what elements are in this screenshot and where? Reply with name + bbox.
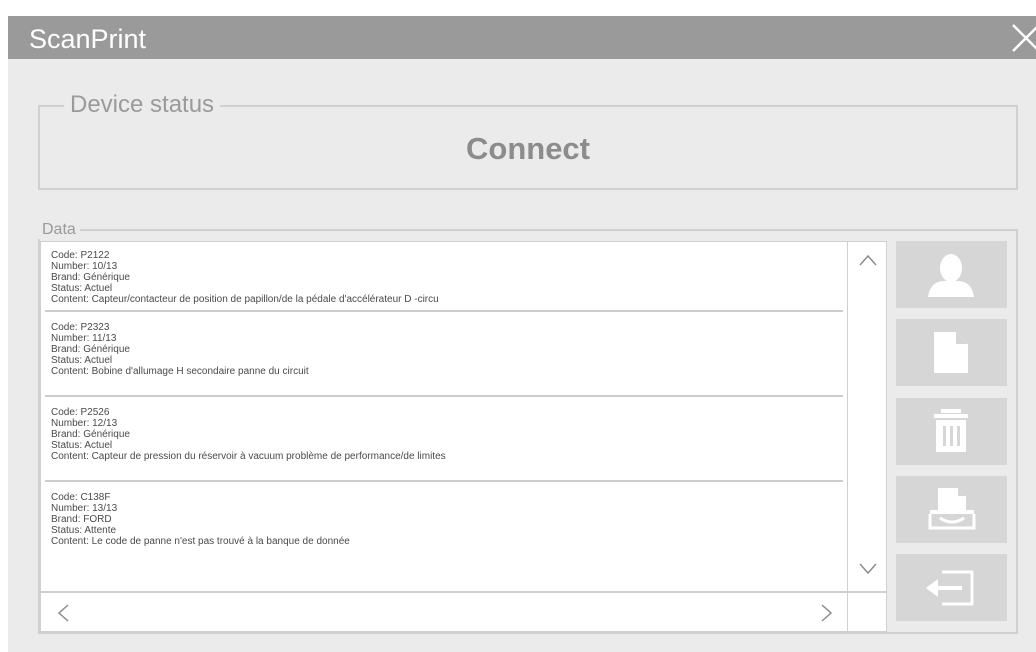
entry-status: Status: Attente bbox=[51, 525, 117, 536]
list-item[interactable]: Code: P2526 Number: 12/13 Brand: Génériq… bbox=[45, 397, 843, 482]
delete-button[interactable] bbox=[896, 398, 1007, 465]
scroll-up-icon[interactable] bbox=[859, 254, 877, 266]
user-icon bbox=[928, 254, 974, 297]
entry-brand: Brand: FORD bbox=[51, 514, 112, 525]
list-item[interactable]: Code: P2122 Number: 10/13 Brand: Génériq… bbox=[45, 242, 843, 312]
user-button[interactable] bbox=[896, 241, 1007, 308]
trash-icon bbox=[934, 409, 968, 452]
printer-icon bbox=[928, 488, 976, 530]
document-icon bbox=[934, 332, 968, 373]
entry-number: Number: 10/13 bbox=[51, 261, 118, 272]
close-icon bbox=[1012, 24, 1036, 52]
entry-brand: Brand: Générique bbox=[51, 272, 130, 283]
data-list[interactable]: Code: P2122 Number: 10/13 Brand: Génériq… bbox=[40, 241, 848, 592]
scroll-down-icon[interactable] bbox=[859, 563, 877, 575]
connection-state: Connect bbox=[466, 131, 590, 166]
entry-code: Code: P2323 bbox=[51, 322, 110, 333]
device-status-label: Device status bbox=[64, 92, 221, 118]
print-button[interactable] bbox=[896, 476, 1007, 543]
scrollbar-corner bbox=[847, 592, 887, 632]
entry-status: Status: Actuel bbox=[51, 355, 113, 366]
horizontal-scrollbar[interactable] bbox=[40, 592, 848, 632]
data-label: Data bbox=[38, 221, 80, 239]
entry-status: Status: Actuel bbox=[51, 283, 113, 294]
entry-number: Number: 11/13 bbox=[51, 333, 117, 344]
exit-icon bbox=[926, 570, 974, 606]
title-bar: ScanPrint bbox=[8, 16, 1036, 59]
entry-content: Content: Le code de panne n'est pas trou… bbox=[51, 536, 350, 547]
entry-brand: Brand: Générique bbox=[51, 429, 130, 440]
entry-content: Content: Bobine d'allumage H secondaire … bbox=[51, 366, 309, 377]
entry-number: Number: 12/13 bbox=[51, 418, 118, 429]
app-title: ScanPrint bbox=[29, 24, 147, 54]
document-button[interactable] bbox=[896, 319, 1007, 386]
vertical-scrollbar[interactable] bbox=[847, 241, 887, 592]
entry-content: Content: Capteur de pression du réservoi… bbox=[51, 451, 446, 462]
device-status-group: Device status Connect bbox=[38, 92, 1018, 190]
entry-status: Status: Actuel bbox=[51, 440, 113, 451]
entry-code: Code: C138F bbox=[51, 492, 111, 503]
entry-number: Number: 13/13 bbox=[51, 503, 118, 514]
entry-brand: Brand: Générique bbox=[51, 344, 130, 355]
entry-code: Code: P2526 bbox=[51, 407, 110, 418]
scroll-right-icon[interactable] bbox=[821, 604, 833, 622]
scroll-left-icon[interactable] bbox=[57, 604, 69, 622]
list-item[interactable]: Code: C138F Number: 13/13 Brand: FORD St… bbox=[45, 482, 843, 567]
list-item[interactable]: Code: P2323 Number: 11/13 Brand: Génériq… bbox=[45, 312, 843, 397]
entry-code: Code: P2122 bbox=[51, 250, 110, 261]
close-button[interactable] bbox=[1004, 16, 1036, 59]
entry-content: Content: Capteur/contacteur de position … bbox=[51, 294, 439, 305]
exit-button[interactable] bbox=[896, 554, 1007, 621]
